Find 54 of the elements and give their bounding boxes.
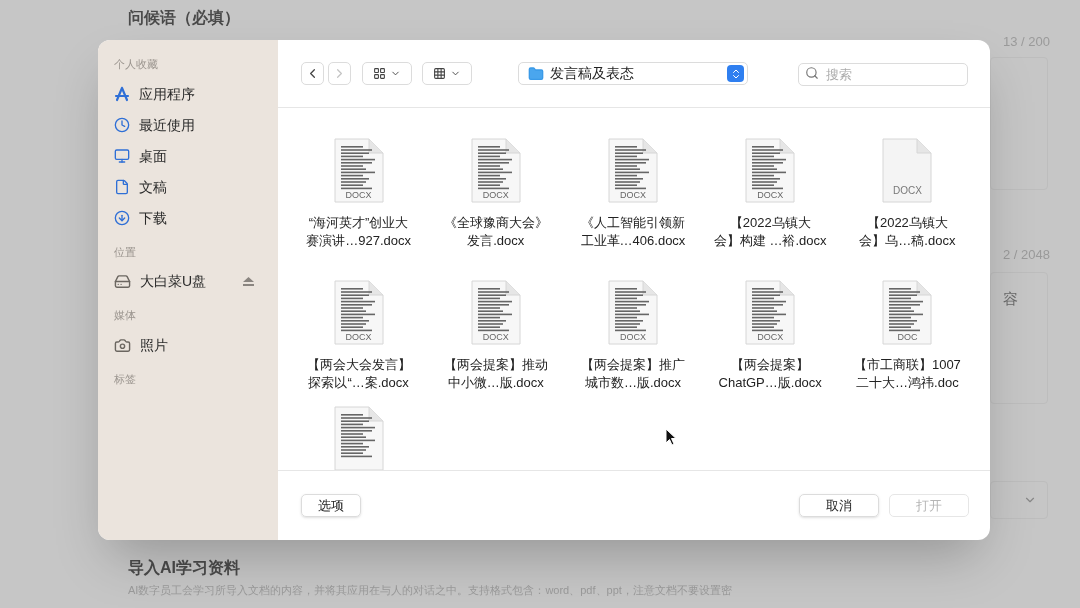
location-popup[interactable]: 发言稿及表态 bbox=[518, 62, 748, 85]
group-button[interactable] bbox=[422, 62, 472, 85]
document-thumbnail: DOCX bbox=[469, 138, 522, 204]
sidebar-heading: 标签 bbox=[114, 371, 136, 387]
icon-view-button[interactable] bbox=[362, 62, 412, 85]
options-button[interactable]: 选项 bbox=[301, 494, 361, 517]
file-name[interactable]: 【两会提案】推动 中小微…版.docx bbox=[443, 356, 548, 392]
file-name[interactable]: 《全球豫商大会》 发言.docx bbox=[443, 214, 548, 250]
file-name[interactable]: 《人工智能引领新 工业革…406.docx bbox=[580, 214, 686, 250]
document-thumbnail: DOCX bbox=[332, 280, 385, 346]
file-name[interactable]: 【两会提案】 ChatGP…版.docx bbox=[718, 356, 822, 392]
document-thumbnail: DOC bbox=[881, 280, 934, 346]
document-thumbnail: DOCX bbox=[469, 280, 522, 346]
sidebar-heading: 位置 bbox=[114, 244, 136, 260]
document-thumbnail: DOCX bbox=[607, 138, 659, 204]
document-thumbnail: DOCX bbox=[332, 138, 385, 204]
file-name[interactable]: 【市工商联】1007 二十大…鸿祎.doc bbox=[853, 356, 961, 392]
sidebar-item[interactable]: 文稿 bbox=[114, 176, 167, 198]
sidebar-item[interactable]: 最近使用 bbox=[114, 114, 195, 136]
document-thumbnail: DOCX bbox=[744, 280, 797, 346]
document-thumbnail: DOCX bbox=[744, 138, 797, 204]
back-button[interactable] bbox=[301, 62, 324, 85]
sidebar-item[interactable]: 大白菜U盘 bbox=[114, 271, 207, 292]
search-field[interactable]: 搜索 bbox=[798, 63, 968, 86]
sidebar-heading: 个人收藏 bbox=[114, 57, 158, 72]
grid-icon bbox=[433, 67, 446, 80]
clock-icon bbox=[114, 117, 130, 133]
search-icon bbox=[805, 66, 819, 80]
download-icon bbox=[114, 210, 130, 226]
eject-icon[interactable] bbox=[243, 277, 254, 286]
sidebar-heading: 媒体 bbox=[114, 308, 136, 323]
updown-icon bbox=[727, 65, 744, 82]
file-name[interactable]: 【两会提案】推广 城市数…版.docx bbox=[581, 356, 685, 392]
section-title: 导入AI学习资料 bbox=[128, 558, 240, 578]
compass-a-icon bbox=[114, 86, 130, 102]
camera-icon bbox=[114, 336, 131, 354]
sidebar-item[interactable]: 照片 bbox=[114, 334, 168, 356]
document-icon: DOCX bbox=[881, 138, 934, 204]
folder-icon bbox=[528, 65, 544, 82]
document-thumbnail: DOCX bbox=[607, 280, 659, 346]
section-title: 问候语（必填） bbox=[128, 8, 240, 28]
grid-icon bbox=[373, 67, 386, 80]
sidebar-item[interactable]: 应用程序 bbox=[114, 83, 195, 105]
cancel-button[interactable]: 取消 bbox=[799, 494, 879, 517]
drive-icon bbox=[114, 273, 131, 290]
file-name[interactable]: 【2022乌镇大 会】乌…稿.docx bbox=[859, 214, 956, 250]
file-name[interactable]: “海河英才”创业大 赛演讲…927.docx bbox=[306, 214, 411, 250]
sidebar-item[interactable]: 下载 bbox=[114, 207, 167, 229]
file-name[interactable]: 【2022乌镇大 会】构建 …裕.docx bbox=[713, 214, 827, 250]
mouse-cursor-icon bbox=[665, 428, 677, 446]
sidebar-item[interactable]: 桌面 bbox=[114, 145, 167, 167]
document-icon bbox=[114, 179, 130, 195]
file-name[interactable]: 【两会大会发言】 探索以“…案.docx bbox=[306, 356, 411, 392]
monitor-icon bbox=[114, 148, 130, 164]
